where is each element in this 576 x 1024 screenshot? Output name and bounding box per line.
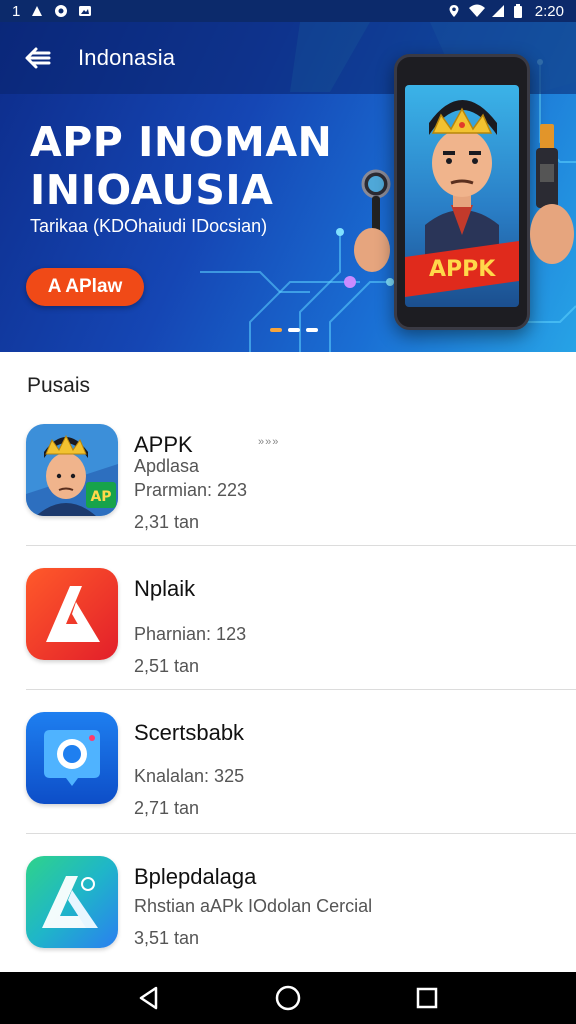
carousel-dot[interactable]: [306, 328, 318, 332]
gradient-a-logo-icon: [26, 856, 118, 948]
red-a-logo-icon: [26, 568, 118, 660]
square-recents-icon: [416, 987, 437, 1009]
more-arrow-icon[interactable]: »»»: [258, 436, 279, 448]
app-subtitle: Apdlasa: [134, 456, 200, 476]
gadget-hand-icon: [530, 124, 574, 264]
app-age: 3,51 tan: [134, 928, 200, 948]
status-bar: 1 2:20: [0, 0, 576, 22]
app-list: AP APPK »»» Apdlasa Prarmian: 223 2,31 t…: [0, 402, 576, 978]
triangle-back-icon: [140, 986, 158, 1010]
status-left-text: 1: [12, 2, 21, 20]
app-age: 2,71 tan: [134, 798, 200, 818]
hero-headline-line-1: APP INOMAN: [30, 118, 333, 166]
signal-icon: [491, 4, 505, 18]
hero-headline: APP INOMAN INIOAUSIA: [30, 118, 360, 214]
app-description: Rhstian aAPk IOdolan Cercial: [134, 896, 373, 916]
page-title: Indonasia: [78, 45, 176, 70]
app-age: 2,51 tan: [134, 656, 200, 676]
hero-headline-line-2: INIOAUSIA: [30, 166, 274, 214]
nav-back-button[interactable]: [129, 978, 169, 1018]
magnifier-hand-icon: [354, 169, 391, 272]
app-name: Bplepdalaga: [134, 864, 257, 889]
status-time: 2:20: [534, 2, 564, 20]
section-title: Pusais: [27, 374, 91, 397]
app-age: 2,31 tan: [134, 512, 200, 532]
app-icon-badge: AP: [90, 489, 111, 505]
app-name: APPK: [134, 432, 193, 457]
app-name: Nplaik: [134, 576, 196, 601]
phone-mockup: APPK: [394, 54, 530, 330]
app-downloads: Knalalan: 325: [134, 766, 245, 786]
back-arrow-icon: [25, 47, 51, 69]
circle-home-icon: [275, 985, 301, 1011]
list-item[interactable]: Nplaik Pharnian: 123 2,51 tan: [0, 546, 576, 690]
battery-icon: [513, 4, 527, 18]
wifi-icon: [468, 4, 485, 18]
hero-cta-button[interactable]: A APlaw: [26, 268, 144, 306]
list-item[interactable]: Scertsbabk Knalalan: 325 2,71 tan: [0, 690, 576, 834]
hero-banner[interactable]: Indonasia APP INOMAN INIOAUSIA Tarikaa (…: [0, 22, 576, 352]
phone-banner-label: APPK: [428, 256, 496, 282]
hero-character-icon: [425, 100, 499, 255]
back-button[interactable]: [20, 40, 56, 76]
location-icon: [447, 4, 461, 18]
nav-home-button[interactable]: [268, 978, 308, 1018]
carousel-dot[interactable]: [270, 328, 282, 332]
nav-recents-button[interactable]: [407, 978, 447, 1018]
list-item[interactable]: Bplepdalaga Rhstian aAPk IOdolan Cercial…: [0, 834, 576, 978]
camera-icon: [26, 712, 118, 804]
notification-icon: [30, 4, 44, 18]
list-item[interactable]: AP APPK »»» Apdlasa Prarmian: 223 2,31 t…: [0, 402, 576, 546]
navigation-bar: [0, 972, 576, 1024]
hero-subtitle: Tarikaa (KDOhaiudi IDocsian): [30, 216, 268, 236]
carousel-dot[interactable]: [288, 328, 300, 332]
camera-notification-icon: [54, 4, 68, 18]
phone-screen: APPK: [405, 85, 519, 307]
app-downloads: Pharnian: 123: [134, 624, 247, 644]
carousel-indicator[interactable]: [270, 328, 318, 332]
app-name: Scertsbabk: [134, 720, 245, 745]
character-icon: AP: [26, 424, 118, 516]
app-downloads: Prarmian: 223: [134, 480, 248, 500]
gallery-notification-icon: [78, 4, 92, 18]
